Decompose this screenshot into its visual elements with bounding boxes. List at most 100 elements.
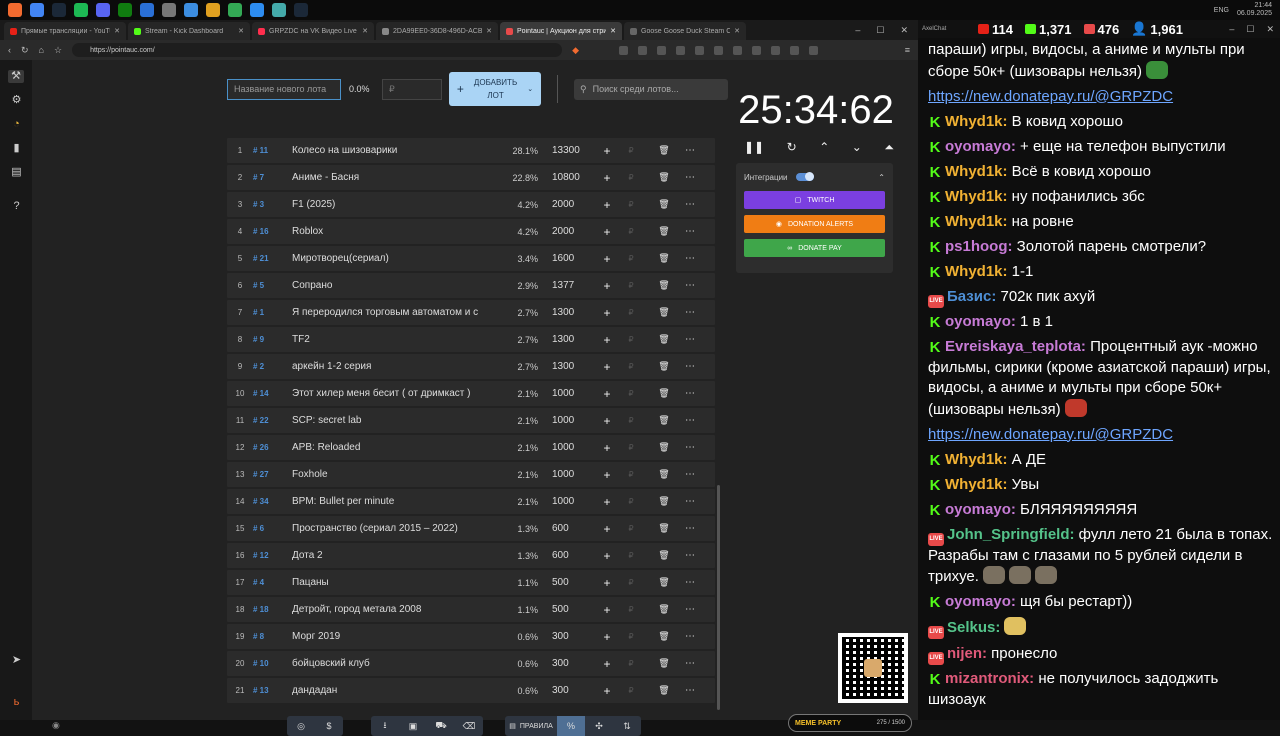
minimize-icon[interactable]: – <box>1229 24 1234 35</box>
extension-icon[interactable] <box>789 45 799 55</box>
chat-nick[interactable]: Whyd1k: <box>945 213 1008 230</box>
eye-icon[interactable]: ◉ <box>52 720 60 731</box>
menu-icon[interactable]: ≡ <box>905 45 910 55</box>
minimize-icon[interactable]: – <box>855 25 860 36</box>
tab-close-icon[interactable]: ✕ <box>734 27 740 35</box>
bookmark-icon[interactable]: ☆ <box>54 45 62 56</box>
more-icon[interactable]: ⋯ <box>682 442 698 453</box>
sidebar-history-icon[interactable]: ▤ <box>10 166 23 179</box>
browser-tab[interactable]: 2DA99EE0-36D8-496D-ACBC-C4636✕ <box>376 22 498 40</box>
extension-icon[interactable] <box>732 45 742 55</box>
chat-link[interactable]: https://new.donatepay.ru/@GRPZDC <box>928 88 1173 105</box>
clock[interactable]: 21:44 06.09.2025 <box>1237 2 1272 18</box>
chat-nick[interactable]: Evreiskaya_teplota: <box>945 338 1086 355</box>
new-lot-amount-input[interactable] <box>382 78 442 100</box>
lot-list-scrollbar[interactable] <box>717 485 720 710</box>
browser-tab[interactable]: Прямые трансляции - YouTube Studio ✕ <box>4 22 126 40</box>
more-icon[interactable]: ⋯ <box>682 307 698 318</box>
tab-close-icon[interactable]: ✕ <box>362 27 368 35</box>
add-to-lot-icon[interactable]: + <box>598 387 616 401</box>
browser-tab[interactable]: Stream - Kick Dashboard ✕ <box>128 22 250 40</box>
trash-icon[interactable]: 🗑 <box>646 658 682 669</box>
add-to-lot-icon[interactable]: + <box>598 414 616 428</box>
url-field[interactable]: https://pointauc.com/ <box>72 43 563 57</box>
chat-nick[interactable]: nijen: <box>947 645 987 662</box>
more-icon[interactable]: ⋯ <box>682 199 698 210</box>
brave-shield-icon[interactable]: ◆ <box>572 45 579 56</box>
chat-nick[interactable]: mizantronix: <box>945 670 1034 687</box>
more-icon[interactable]: ⋯ <box>682 604 698 615</box>
pause-icon[interactable]: ❚❚ <box>744 140 764 155</box>
add-to-lot-icon[interactable]: + <box>598 495 616 509</box>
chat-nick[interactable]: John_Springfield: <box>947 526 1075 543</box>
trash-icon[interactable]: 🗑 <box>646 442 682 453</box>
chat-nick[interactable]: oyomayo: <box>945 501 1016 518</box>
chat-nick[interactable]: Базис: <box>947 288 996 305</box>
more-icon[interactable]: ⋯ <box>682 496 698 507</box>
trash-icon[interactable]: 🗑 <box>646 334 682 345</box>
sidebar-help-icon[interactable]: ? <box>10 200 23 213</box>
sidebar-stats-icon[interactable]: ▮ <box>10 142 23 155</box>
sort-icon[interactable]: ⇅ <box>613 716 641 736</box>
sidebar-auction-icon[interactable]: ⚒ <box>8 70 24 83</box>
chevron-double-up-icon[interactable]: ⏶ <box>884 140 894 155</box>
more-icon[interactable]: ⋯ <box>682 631 698 642</box>
trash-icon[interactable]: 🗑 <box>646 523 682 534</box>
dollar-icon[interactable]: $ <box>315 716 343 736</box>
app-icon[interactable] <box>140 3 154 17</box>
sidebar-wheel-icon[interactable]: ◔ <box>10 118 23 131</box>
add-to-lot-icon[interactable]: + <box>598 333 616 347</box>
add-to-lot-icon[interactable]: + <box>598 306 616 320</box>
tab-close-icon[interactable]: ✕ <box>238 27 244 35</box>
close-icon[interactable]: ✕ <box>1266 24 1274 35</box>
twitch-button[interactable]: ▢ TWITCH <box>744 191 885 209</box>
add-to-lot-icon[interactable]: + <box>598 360 616 374</box>
more-icon[interactable]: ⋯ <box>682 145 698 156</box>
add-to-lot-icon[interactable]: + <box>598 225 616 239</box>
more-icon[interactable]: ⋯ <box>682 280 698 291</box>
add-to-lot-icon[interactable]: + <box>598 198 616 212</box>
chat-nick[interactable]: Selkus: <box>947 619 1000 636</box>
sidebar-logo-icon[interactable]: ь <box>10 696 23 709</box>
add-to-lot-icon[interactable]: + <box>598 252 616 266</box>
extension-icon[interactable] <box>808 45 818 55</box>
maximize-icon[interactable]: ☐ <box>1246 24 1254 35</box>
trash-icon[interactable]: 🗑 <box>646 550 682 561</box>
add-to-lot-icon[interactable]: + <box>598 684 616 698</box>
chat-nick[interactable]: Whyd1k: <box>945 188 1008 205</box>
app-icon[interactable] <box>184 3 198 17</box>
add-to-lot-icon[interactable]: + <box>598 630 616 644</box>
steam-icon[interactable] <box>294 3 308 17</box>
save-icon[interactable]: ▣ <box>399 716 427 736</box>
extension-icon[interactable] <box>694 45 704 55</box>
trash-icon[interactable]: 🗑 <box>646 685 682 696</box>
trash-icon[interactable]: 🗑 <box>646 307 682 318</box>
browser-tab[interactable]: Goose Goose Duck Steam Charts - St✕ <box>624 22 746 40</box>
trash-icon[interactable]: 🗑 <box>646 361 682 372</box>
spotify-icon[interactable] <box>74 3 88 17</box>
maximize-icon[interactable]: ☐ <box>876 25 884 36</box>
extension-icon[interactable] <box>770 45 780 55</box>
tab-close-icon[interactable]: ✕ <box>610 27 616 35</box>
app-icon[interactable] <box>162 3 176 17</box>
add-to-lot-icon[interactable]: + <box>598 549 616 563</box>
chevron-up-icon[interactable]: ⌃ <box>819 140 829 155</box>
trash-icon[interactable]: 🗑 <box>646 280 682 291</box>
chrome-icon[interactable] <box>30 3 44 17</box>
more-icon[interactable]: ⋯ <box>682 334 698 345</box>
upload-icon[interactable]: ⛟ <box>427 716 455 736</box>
extension-icon[interactable] <box>637 45 647 55</box>
new-lot-name-input[interactable] <box>227 78 341 100</box>
integrations-header[interactable]: Интеграции ⌃ <box>736 163 893 191</box>
donation-alerts-button[interactable]: ◉ DONATION ALERTS <box>744 215 885 233</box>
tab-close-icon[interactable]: ✕ <box>486 27 492 35</box>
app-icon[interactable] <box>272 3 286 17</box>
trash-icon[interactable]: 🗑 <box>646 145 682 156</box>
more-icon[interactable]: ⋯ <box>682 550 698 561</box>
trash-icon[interactable]: 🗑 <box>646 172 682 183</box>
lot-search-field[interactable]: ⚲ Поиск среди лотов... <box>574 78 728 100</box>
more-icon[interactable]: ⋯ <box>682 361 698 372</box>
trash-icon[interactable]: 🗑 <box>646 253 682 264</box>
trash-icon[interactable]: 🗑 <box>646 604 682 615</box>
more-icon[interactable]: ⋯ <box>682 469 698 480</box>
